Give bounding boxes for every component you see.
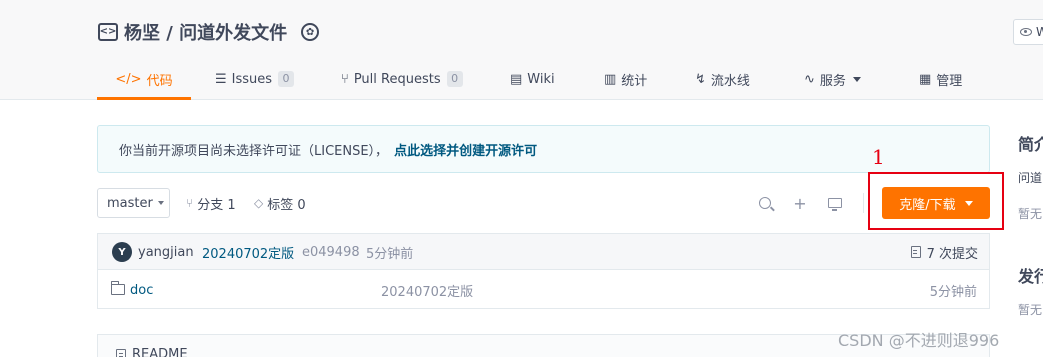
- branch-select[interactable]: master: [97, 188, 170, 218]
- tab-pipeline[interactable]: ↯ 流水线: [695, 58, 750, 100]
- file-name[interactable]: doc: [130, 270, 153, 310]
- sidebar-release-empty: 暂无: [1018, 303, 1043, 317]
- table-row: doc 20240702定版 5分钟前: [97, 269, 990, 309]
- watch-button[interactable]: W: [1013, 19, 1043, 45]
- sidebar-release-heading: 发行: [1018, 267, 1043, 286]
- chevron-down-icon: [852, 76, 861, 82]
- tab-issues[interactable]: ☰ Issues 0: [215, 58, 295, 100]
- branch-icon: ⑂: [186, 196, 194, 210]
- repo-title-row: <> 杨坚 / 问道外发文件 ✿: [98, 19, 320, 45]
- issues-count-badge: 0: [278, 71, 295, 87]
- badge-icon[interactable]: ✿: [301, 23, 320, 41]
- watermark: CSDN @不进则退996: [838, 331, 1000, 350]
- search-icon[interactable]: [755, 193, 775, 213]
- create-license-link[interactable]: 点此选择并创建开源许可: [394, 140, 537, 159]
- code-icon: </>: [115, 71, 142, 87]
- latest-commit-bar: Y yangjian 20240702定版 e049498 5分钟前 7 次提交: [97, 233, 990, 269]
- commit-author[interactable]: yangjian: [138, 234, 194, 270]
- branches-link[interactable]: ⑂ 分支 1: [186, 188, 236, 218]
- commit-message[interactable]: 20240702定版: [202, 234, 294, 270]
- wiki-icon: ▤: [510, 71, 523, 87]
- annotation-number: 1: [872, 145, 885, 169]
- eye-icon: [1020, 28, 1032, 36]
- web-ide-icon[interactable]: [825, 193, 845, 213]
- active-tab-indicator: [97, 97, 191, 100]
- license-notice-text: 你当前开源项目尚未选择许可证（LICENSE），: [119, 143, 389, 159]
- avatar[interactable]: Y: [112, 242, 132, 262]
- commit-count-link[interactable]: 7 次提交: [910, 234, 978, 270]
- tag-icon: ◇: [254, 196, 264, 210]
- tab-stats[interactable]: ▥ 统计: [604, 58, 647, 100]
- file-time: 5分钟前: [929, 284, 977, 300]
- pull-request-icon: ⑂: [341, 71, 349, 87]
- tab-manage[interactable]: ▦ 管理: [919, 58, 962, 100]
- sidebar-intro-empty: 暂无: [1018, 207, 1043, 221]
- manage-icon: ▦: [919, 71, 932, 87]
- pull-requests-count-badge: 0: [446, 71, 463, 87]
- services-icon: ∿: [804, 71, 815, 87]
- toolbar-divider: [863, 193, 864, 213]
- repo-header: <> 杨坚 / 问道外发文件 ✿ W </> 代码 ☰ Issues 0 ⑂ P…: [0, 0, 1043, 100]
- readme-icon: [116, 348, 126, 357]
- file-commit-message[interactable]: 20240702定版: [381, 270, 473, 310]
- sidebar-intro-text: 问道: [1018, 171, 1043, 185]
- commits-icon: [910, 246, 921, 258]
- tags-link[interactable]: ◇ 标签 0: [254, 188, 306, 218]
- code-repo-icon: <>: [98, 23, 118, 41]
- repo-title[interactable]: 杨坚 / 问道外发文件: [124, 19, 287, 45]
- tab-code[interactable]: </> 代码: [97, 58, 191, 100]
- stats-icon: ▥: [604, 71, 617, 87]
- chevron-down-icon: [964, 200, 973, 206]
- clone-download-button[interactable]: 克隆/下载: [882, 187, 990, 219]
- readme-header: README: [116, 347, 188, 357]
- pipeline-icon: ↯: [695, 71, 706, 87]
- commit-time: 5分钟前: [366, 246, 414, 262]
- add-file-icon[interactable]: +: [790, 193, 810, 213]
- tab-wiki[interactable]: ▤ Wiki: [510, 58, 555, 100]
- sidebar-intro-heading: 简介: [1018, 135, 1043, 154]
- chevron-down-icon: [157, 201, 164, 205]
- issues-icon: ☰: [215, 71, 227, 87]
- license-notice: 你当前开源项目尚未选择许可证（LICENSE）， 点此选择并创建开源许可: [97, 125, 990, 173]
- folder-icon: [110, 281, 125, 295]
- tab-pull-requests[interactable]: ⑂ Pull Requests 0: [341, 58, 463, 100]
- tab-services[interactable]: ∿ 服务: [804, 58, 861, 100]
- commit-hash[interactable]: e049498: [302, 234, 360, 270]
